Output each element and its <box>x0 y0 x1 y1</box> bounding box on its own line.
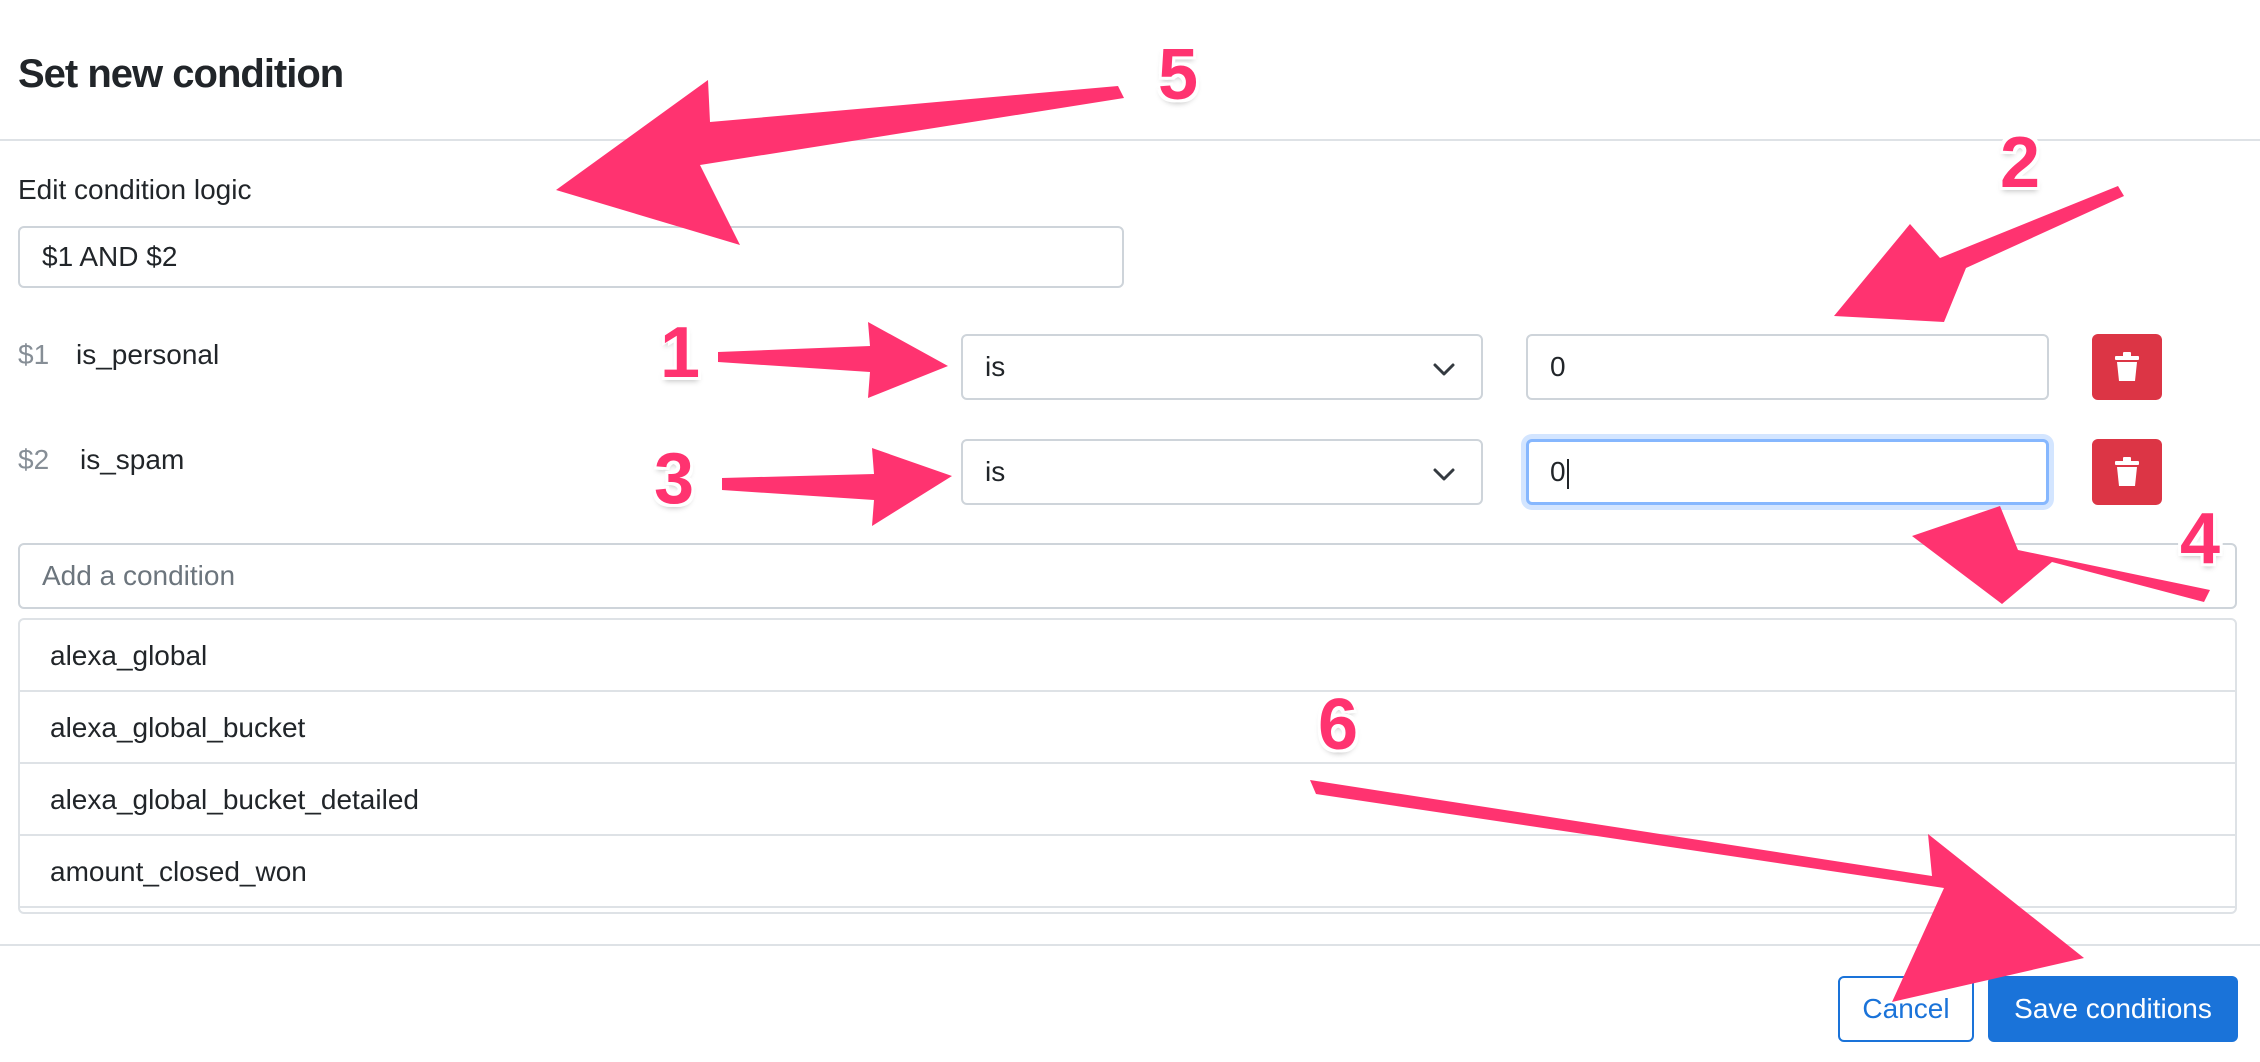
header-divider <box>0 139 2260 141</box>
annotation-number: 5 <box>1158 35 1199 115</box>
save-conditions-button[interactable]: Save conditions <box>1988 976 2238 1042</box>
annotation-number: 4 <box>2180 499 2221 579</box>
condition-logic-input[interactable]: $1 AND $2 <box>18 226 1124 288</box>
condition-name: is_spam <box>80 444 185 475</box>
condition-number: $1 <box>18 339 50 370</box>
dropdown-option[interactable]: alexa_global_bucket_detailed <box>20 764 2235 836</box>
delete-condition-button[interactable] <box>2092 334 2162 400</box>
chevron-down-icon <box>1433 468 1455 481</box>
dropdown-option[interactable]: alexa_global_bucket <box>20 692 2235 764</box>
annotation-arrow-1 <box>718 322 948 398</box>
dropdown-option[interactable]: amount_closed_won <box>20 836 2235 908</box>
operator-select-value: is <box>985 351 1006 382</box>
condition-name: is_personal <box>76 339 220 370</box>
condition-value-input[interactable]: 0 <box>1526 334 2049 400</box>
annotation-number: 6 <box>1318 685 1359 765</box>
add-condition-input[interactable]: Add a condition <box>18 543 2237 609</box>
logic-label: Edit condition logic <box>18 174 252 205</box>
condition-value-text: 0 <box>1550 456 1566 487</box>
chevron-down-icon <box>1433 363 1455 376</box>
annotation-number: 3 <box>654 439 695 519</box>
cancel-button[interactable]: Cancel <box>1838 976 1974 1042</box>
operator-select-value: is <box>985 456 1006 487</box>
trash-icon <box>2115 352 2139 381</box>
delete-condition-button[interactable] <box>2092 439 2162 505</box>
dialog-title: Set new condition <box>18 52 344 96</box>
trash-icon <box>2115 457 2139 486</box>
dropdown-option[interactable]: alexa_global <box>20 620 2235 692</box>
footer-divider <box>0 944 2260 946</box>
annotation-number: 1 <box>660 313 701 393</box>
annotation-arrow-5 <box>556 80 1124 245</box>
condition-dropdown: alexa_global alexa_global_bucket alexa_g… <box>18 618 2237 914</box>
text-caret <box>1566 458 1569 489</box>
annotation-arrow-2 <box>1834 186 2124 322</box>
condition-value-input[interactable]: 0 <box>1526 439 2049 505</box>
condition-number: $2 <box>18 444 50 475</box>
annotation-number: 2 <box>2000 123 2041 203</box>
operator-select[interactable]: is <box>961 439 1483 505</box>
condition-value-text: 0 <box>1550 351 1566 382</box>
operator-select[interactable]: is <box>961 334 1483 400</box>
annotation-arrow-3 <box>722 448 952 526</box>
